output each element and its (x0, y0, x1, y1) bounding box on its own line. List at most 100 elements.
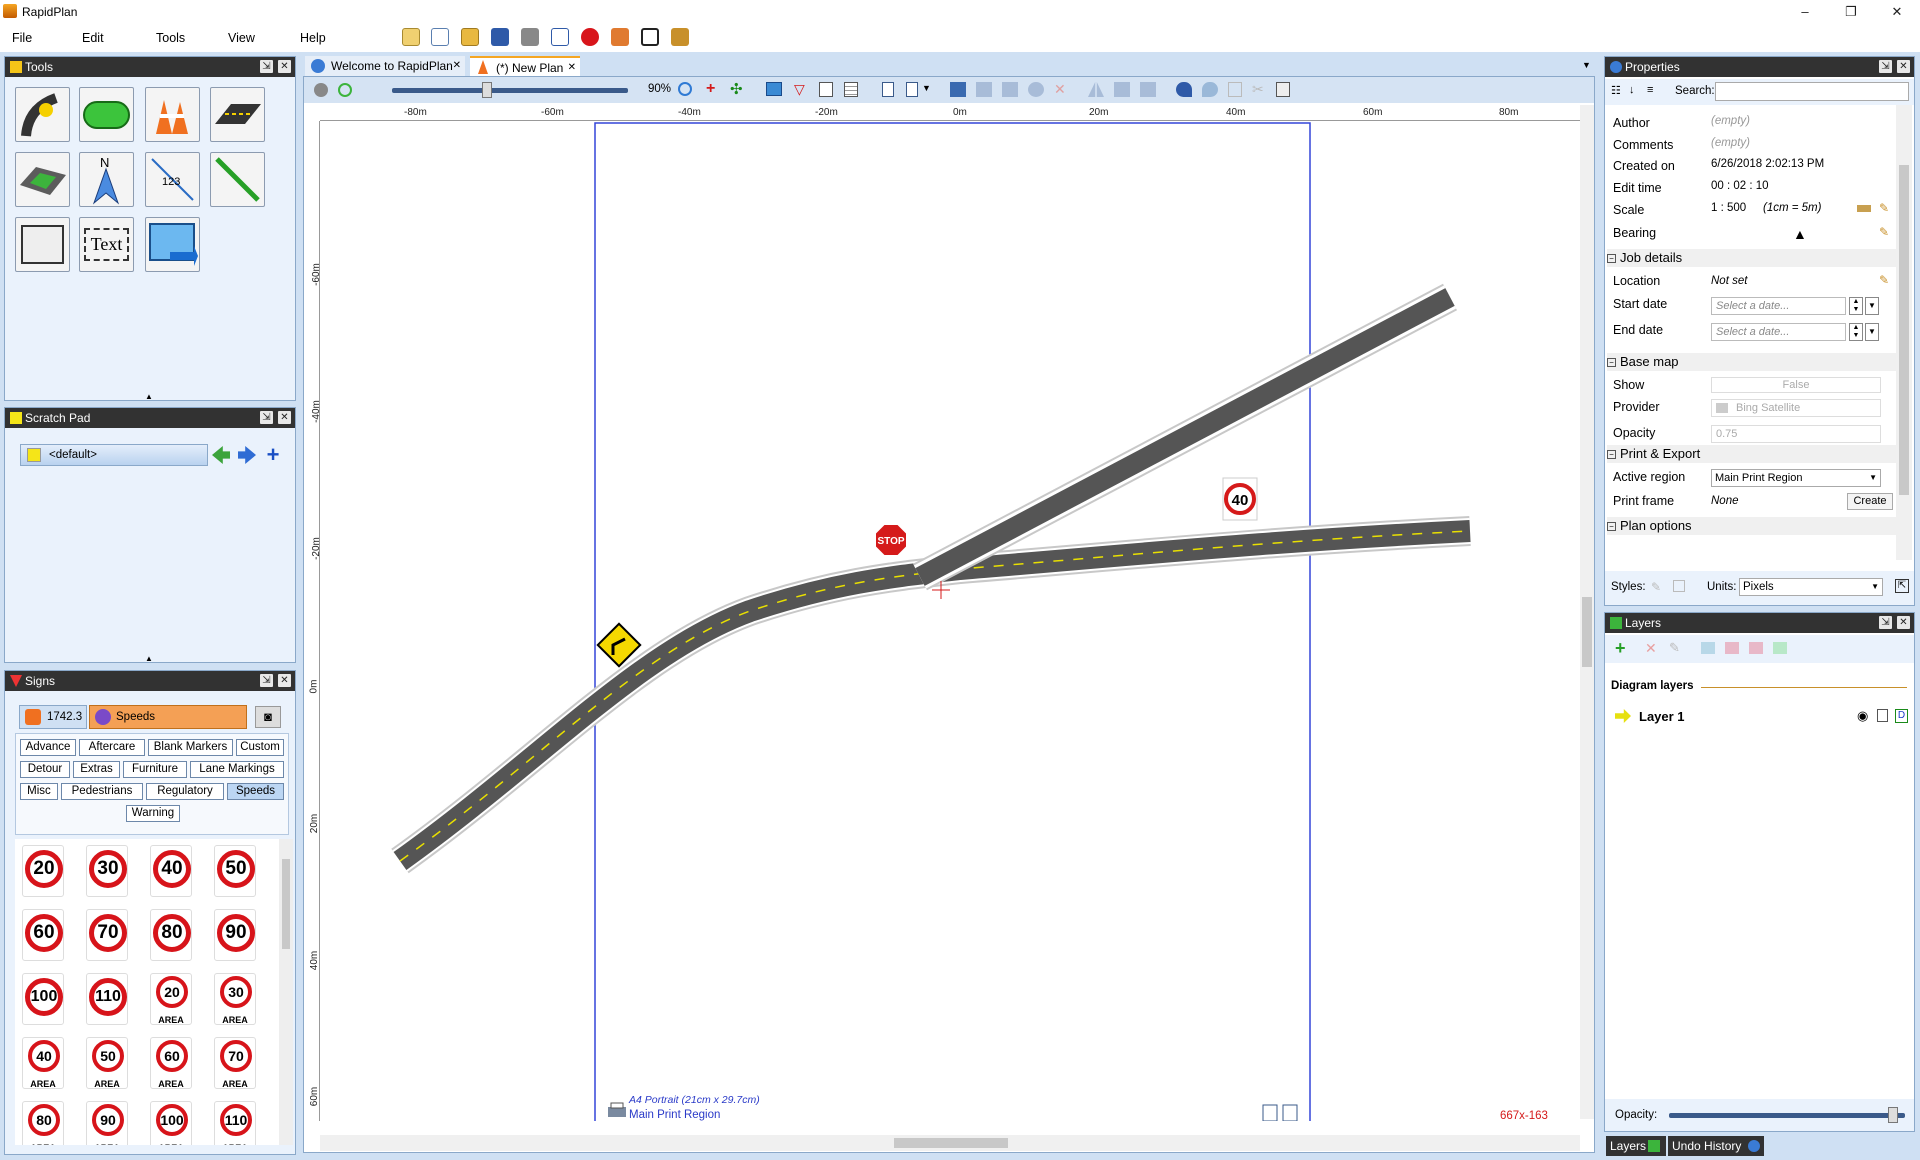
sign-area-30[interactable]: 30 AREA (214, 973, 256, 1025)
add-icon[interactable]: + (263, 444, 283, 466)
scrollbar-thumb[interactable] (1899, 165, 1909, 495)
sign-speed-40[interactable]: 40 (150, 845, 192, 897)
edit-pencil-icon[interactable]: ✎ (1879, 225, 1889, 239)
sign-area-40[interactable]: 40 AREA (22, 1037, 64, 1089)
visibility-eye-icon[interactable]: ◉ (1857, 708, 1868, 724)
end-date-spinner[interactable]: ▲ ▼ (1849, 323, 1863, 341)
exit-icon[interactable] (671, 28, 689, 46)
zoom-icon[interactable] (678, 82, 692, 96)
vertical-scrollbar[interactable] (1580, 105, 1594, 1119)
menu-view[interactable]: View (228, 31, 255, 45)
pin-icon[interactable]: ⇲ (1879, 616, 1892, 629)
scrollbar-thumb[interactable] (282, 859, 290, 949)
expand-icon[interactable]: ⇱ (1895, 579, 1909, 593)
create-frame-button[interactable]: Create (1847, 493, 1893, 510)
image-tool[interactable] (145, 217, 200, 272)
prop-comments-value[interactable]: (empty) (1711, 133, 1750, 153)
category-lane-markings[interactable]: Lane Markings (190, 761, 284, 778)
start-date-spinner[interactable]: ▲ ▼ (1849, 297, 1863, 315)
globe-icon[interactable] (314, 83, 328, 97)
paste-icon[interactable] (1276, 82, 1290, 97)
minimize-button[interactable]: – (1790, 2, 1820, 22)
end-date-input[interactable]: Select a date... (1711, 323, 1846, 341)
layer-opacity-slider[interactable] (1669, 1107, 1905, 1123)
dropdown-icon[interactable]: ▼ (922, 83, 931, 93)
print-layer-icon[interactable]: D (1895, 709, 1908, 723)
undo-icon[interactable] (1176, 82, 1192, 97)
tab-welcome[interactable]: Welcome to RapidPlan ✕ (305, 56, 465, 76)
close-icon[interactable]: ✕ (1897, 60, 1910, 73)
category-blank-markers[interactable]: Blank Markers (148, 739, 233, 756)
cones-tool[interactable] (145, 87, 200, 142)
sign-speed-20[interactable]: 20 (22, 845, 64, 897)
section-plan-options[interactable]: − Plan options (1607, 517, 1897, 535)
footpath-tool[interactable] (15, 152, 70, 207)
checklist-icon[interactable] (641, 28, 659, 46)
add-layer-icon[interactable]: + (1615, 638, 1626, 659)
plan-canvas[interactable]: STOP 40 A4 Portrait (21cm x 29.7cm) Main… (320, 121, 1580, 1121)
pin-icon[interactable]: ⇲ (260, 674, 273, 687)
category-regulatory[interactable]: Regulatory (146, 783, 224, 800)
pin-icon[interactable]: ⇲ (1879, 60, 1892, 73)
menu-help[interactable]: Help (300, 31, 326, 45)
lock-icon[interactable] (1877, 709, 1888, 722)
start-date-dropdown[interactable]: ▼ (1865, 297, 1879, 315)
scrollbar-thumb[interactable] (894, 1138, 1008, 1148)
next-arrow-icon[interactable] (238, 446, 256, 464)
measure-tool[interactable]: 123 (145, 152, 200, 207)
scrollbar-thumb[interactable] (1582, 597, 1592, 667)
categorized-icon[interactable]: ☷ (1611, 84, 1621, 97)
pin-icon[interactable]: ⇲ (260, 60, 273, 73)
category-speeds[interactable]: Speeds (227, 783, 284, 800)
north-icon[interactable]: ✣ (730, 80, 743, 98)
line-tool[interactable] (210, 152, 265, 207)
sign-speed-30[interactable]: 30 (86, 845, 128, 897)
close-button[interactable]: ✕ (1882, 2, 1912, 22)
sign-area-60[interactable]: 60 AREA (150, 1037, 192, 1089)
north-arrow-tool[interactable]: N (79, 152, 134, 207)
page-setup-icon[interactable] (906, 82, 918, 97)
properties-scrollbar[interactable] (1896, 105, 1912, 560)
restore-button[interactable]: ❐ (1836, 2, 1866, 22)
tab-layers[interactable]: Layers (1606, 1136, 1666, 1156)
sign-speed-90[interactable]: 90 (214, 909, 256, 961)
close-icon[interactable]: ✕ (278, 60, 291, 73)
refresh-icon[interactable] (338, 83, 352, 97)
image-icon[interactable] (766, 82, 782, 96)
sign-area-80[interactable]: 80 AREA (22, 1101, 64, 1145)
save-icon[interactable] (491, 28, 509, 46)
layer-opacity-thumb[interactable] (1888, 1107, 1899, 1123)
pill-shape-tool[interactable] (79, 87, 134, 142)
stop-sign[interactable]: STOP (874, 523, 908, 557)
category-aftercare[interactable]: Aftercare (79, 739, 145, 756)
sign-area-70[interactable]: 70 AREA (214, 1037, 256, 1089)
arrange-icon[interactable] (950, 82, 966, 97)
units-select[interactable]: Pixels ▼ (1739, 578, 1883, 596)
tab-undo-history[interactable]: Undo History (1668, 1136, 1764, 1156)
crosshair-icon[interactable]: + (706, 80, 715, 98)
search-input[interactable] (1715, 82, 1909, 101)
tab-new-plan[interactable]: (*) New Plan ✕ (470, 56, 580, 76)
sign-speed-60[interactable]: 60 (22, 909, 64, 961)
section-base-map[interactable]: − Base map (1607, 353, 1897, 371)
category-extras[interactable]: Extras (73, 761, 120, 778)
category-warning[interactable]: Warning (126, 805, 180, 822)
signs-scrollbar[interactable] (279, 839, 293, 1145)
tab-list-icon[interactable]: ▼ (1582, 60, 1591, 70)
new-icon[interactable] (402, 28, 420, 46)
edit-pencil-icon[interactable]: ✎ (1879, 201, 1889, 215)
prop-author-value[interactable]: (empty) (1711, 111, 1750, 131)
sign-speed-50[interactable]: 50 (214, 845, 256, 897)
page-zoom-icon[interactable] (1282, 1104, 1298, 1121)
category-misc[interactable]: Misc (20, 783, 58, 800)
sign-area-20[interactable]: 20 AREA (150, 973, 192, 1025)
tab-close-icon[interactable]: ✕ (568, 58, 576, 78)
layer-row[interactable]: Layer 1 ◉ D (1609, 705, 1909, 729)
zoom-slider-thumb[interactable] (482, 82, 493, 98)
start-date-input[interactable]: Select a date... (1711, 297, 1846, 315)
speed-sign-40[interactable]: 40 (1222, 477, 1258, 521)
scratch-pad-selector[interactable]: <default> (20, 444, 208, 466)
menu-file[interactable]: File (12, 31, 32, 45)
resize-grip[interactable]: ▲ (145, 654, 153, 663)
sign-speed-110[interactable]: 110 (86, 973, 128, 1025)
